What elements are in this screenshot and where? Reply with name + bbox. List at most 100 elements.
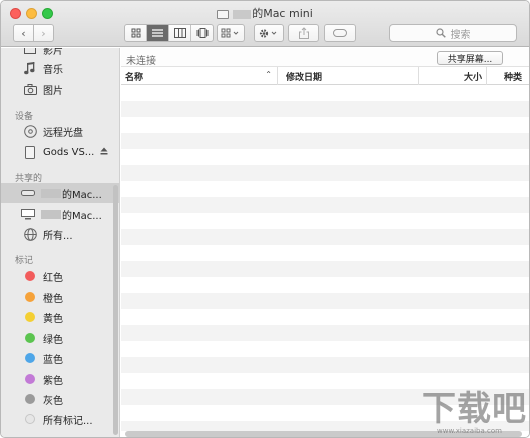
- list-row: [121, 181, 529, 197]
- arrange-button[interactable]: [217, 24, 245, 42]
- sidebar-item-label: 红色: [43, 272, 63, 284]
- list-row: [121, 373, 529, 389]
- sidebar-item-all-shared[interactable]: 所有...: [1, 224, 119, 244]
- list-view-button[interactable]: [147, 25, 169, 41]
- sidebar-item-shared-mac[interactable]: 的Mac...: [1, 204, 119, 224]
- sidebar-tag-red[interactable]: 红色: [1, 266, 119, 286]
- list-icon: [152, 29, 163, 37]
- tag-icon: [333, 29, 347, 37]
- sidebar-tag-purple[interactable]: 紫色: [1, 369, 119, 389]
- sidebar-item-label: 图片: [43, 85, 63, 97]
- sidebar-item-label: 影片: [43, 48, 63, 57]
- list-row: [121, 149, 529, 165]
- gray-tag-dot: [25, 394, 35, 404]
- sidebar-item-music[interactable]: 音乐: [1, 58, 119, 78]
- window-title-text: 的Mac mini: [252, 7, 313, 20]
- list-row: [121, 357, 529, 373]
- window-title: 的Mac mini: [1, 5, 529, 21]
- column-size-label: 大小: [463, 72, 482, 83]
- back-button[interactable]: ‹: [13, 24, 34, 42]
- sidebar-item-label: 的Mac...: [62, 210, 102, 222]
- columns-icon: [173, 28, 186, 38]
- film-icon: [23, 48, 37, 56]
- camera-icon: [23, 82, 37, 96]
- sidebar-item-gods-vs[interactable]: Gods VS...: [1, 142, 119, 162]
- sidebar-item-label: Gods VS...: [43, 146, 95, 158]
- redacted-name: [41, 209, 61, 219]
- sidebar-tag-green[interactable]: 绿色: [1, 328, 119, 348]
- column-view-button[interactable]: [169, 25, 191, 41]
- column-date-modified[interactable]: 修改日期: [278, 67, 419, 85]
- connection-status-bar: 未连接 共享屏幕...: [121, 48, 529, 67]
- sidebar-item-label: 所有...: [43, 230, 73, 242]
- sidebar-item-label: 紫色: [43, 375, 63, 387]
- list-row: [121, 341, 529, 357]
- disc-icon: [23, 124, 37, 138]
- blue-tag-dot: [25, 353, 35, 363]
- column-date-label: 修改日期: [286, 72, 323, 83]
- list-row: [121, 85, 529, 101]
- share-screen-button[interactable]: 共享屏幕...: [437, 51, 503, 65]
- sidebar: 影片 音乐 图片 设备 远程光盘 Gods VS... 共享的 的Mac... …: [1, 48, 120, 437]
- cover-flow-button[interactable]: [191, 25, 213, 41]
- computer-icon: [217, 9, 230, 19]
- view-mode-control: [124, 24, 214, 42]
- sidebar-item-label: 所有标记...: [43, 415, 93, 427]
- list-row: [121, 261, 529, 277]
- column-size[interactable]: 大小: [419, 67, 487, 85]
- sidebar-item-label: 的Mac...: [62, 189, 102, 201]
- eject-icon[interactable]: [100, 147, 108, 158]
- column-kind-label: 种类: [504, 72, 523, 83]
- list-row: [121, 421, 529, 431]
- list-row: [121, 293, 529, 309]
- green-tag-dot: [25, 333, 35, 343]
- list-row: [121, 325, 529, 341]
- sidebar-tag-blue[interactable]: 蓝色: [1, 348, 119, 368]
- sidebar-tag-yellow[interactable]: 黄色: [1, 307, 119, 327]
- forward-button[interactable]: ›: [33, 24, 54, 42]
- list-row: [121, 165, 529, 181]
- orange-tag-dot: [25, 292, 35, 302]
- horizontal-scrollbar[interactable]: [125, 431, 522, 437]
- list-row: [121, 389, 529, 405]
- search-icon: [435, 28, 446, 38]
- list-row: [121, 245, 529, 261]
- icon-view-button[interactable]: [125, 25, 147, 41]
- yellow-tag-dot: [25, 312, 35, 322]
- gear-icon: [259, 28, 277, 38]
- redacted-name: [233, 9, 252, 19]
- sidebar-scrollbar[interactable]: [113, 185, 118, 435]
- action-button[interactable]: [254, 24, 284, 42]
- drive-icon: [23, 145, 37, 159]
- column-kind[interactable]: 种类: [487, 67, 529, 85]
- chevron-left-icon: ‹: [21, 26, 26, 40]
- sidebar-item-remote-disc[interactable]: 远程光盘: [1, 121, 119, 141]
- sidebar-item-label: 黄色: [43, 313, 63, 325]
- sidebar-item-label: 蓝色: [43, 354, 63, 366]
- sidebar-item-pictures[interactable]: 图片: [1, 79, 119, 99]
- column-header: 名称 ⌃ 修改日期 大小 种类: [121, 67, 529, 85]
- sidebar-tag-gray[interactable]: 灰色: [1, 389, 119, 409]
- connection-status: 未连接: [126, 56, 156, 67]
- sidebar-tag-all[interactable]: 所有标记...: [1, 409, 119, 429]
- share-button[interactable]: [288, 24, 319, 42]
- finder-window: 的Mac mini ‹ › 搜索 影片 音乐 图片 设备 远程光盘 Gods V…: [0, 0, 530, 438]
- share-icon: [298, 27, 309, 39]
- list-row: [121, 309, 529, 325]
- grid-icon: [131, 28, 140, 38]
- music-icon: [23, 61, 37, 75]
- sidebar-tag-orange[interactable]: 橙色: [1, 287, 119, 307]
- column-name-label: 名称: [125, 72, 144, 83]
- list-row: [121, 213, 529, 229]
- edit-tags-button[interactable]: [324, 24, 356, 42]
- cover-flow-icon: [196, 28, 208, 38]
- column-name[interactable]: 名称 ⌃: [121, 67, 278, 85]
- list-row: [121, 117, 529, 133]
- sidebar-item-shared-mac-mini[interactable]: 的Mac...: [1, 183, 119, 203]
- sidebar-item-label: 灰色: [43, 395, 63, 407]
- content-area: 未连接 共享屏幕... 名称 ⌃ 修改日期 大小 种类: [121, 48, 529, 437]
- list-row: [121, 405, 529, 421]
- search-field[interactable]: 搜索: [389, 24, 517, 42]
- list-row: [121, 133, 529, 149]
- list-row: [121, 197, 529, 213]
